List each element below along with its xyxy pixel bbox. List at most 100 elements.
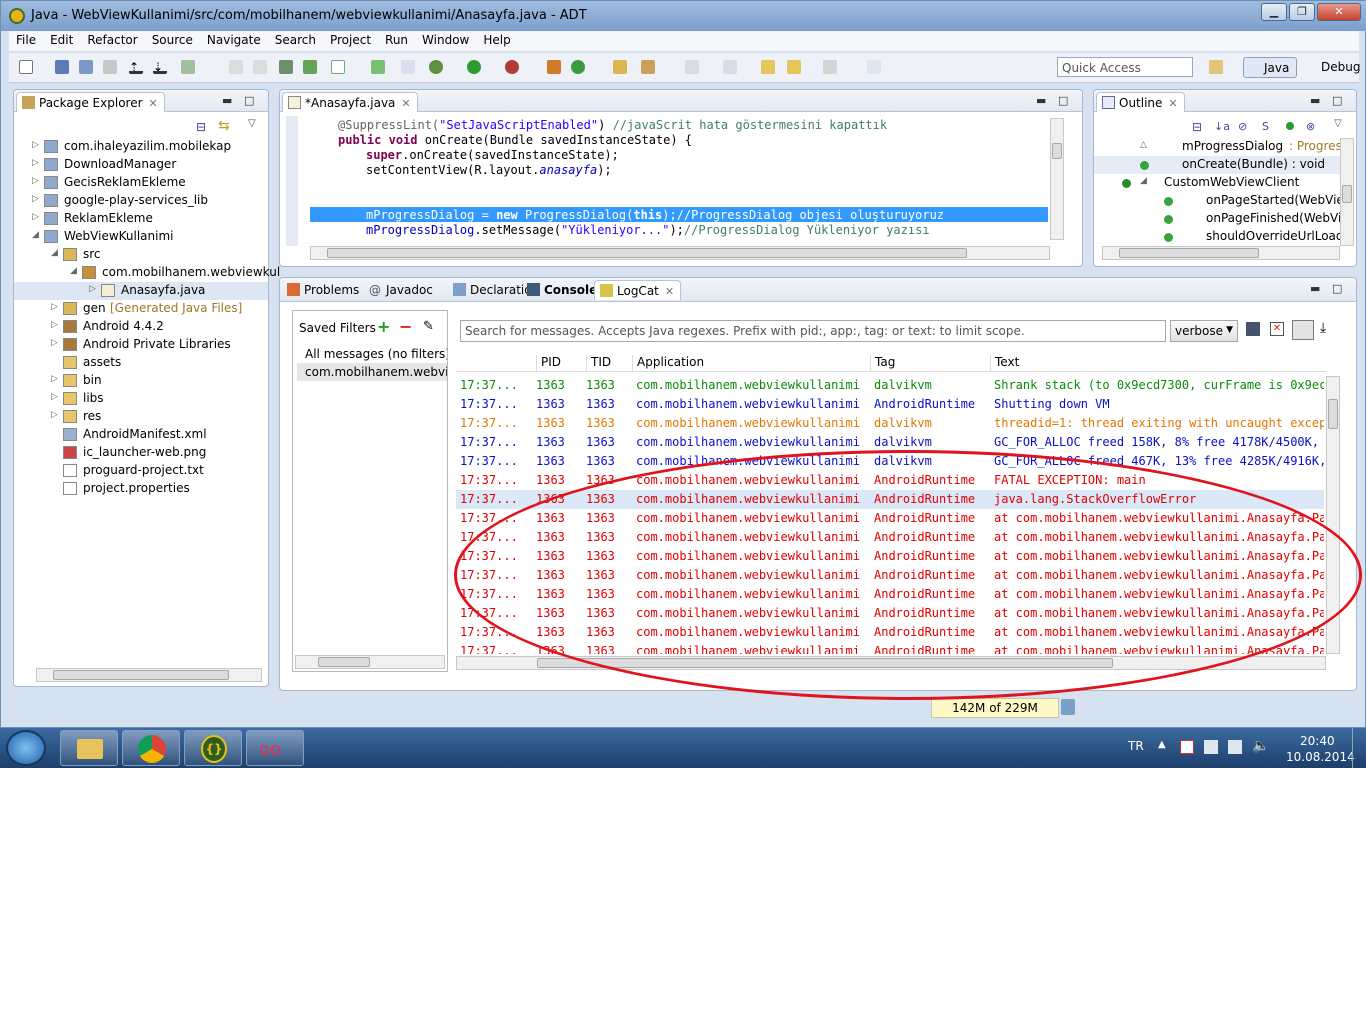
outline-vscroll[interactable] <box>1340 138 1354 246</box>
heap-status[interactable]: 142M of 229M <box>931 698 1059 718</box>
tree-item[interactable]: AndroidManifest.xml <box>14 426 268 444</box>
menu-window[interactable]: Window <box>415 31 476 47</box>
tree-item[interactable]: ▷ gen [Generated Java Files] <box>14 300 268 318</box>
menu-run[interactable]: Run <box>378 31 415 47</box>
menu-help[interactable]: Help <box>476 31 517 47</box>
annotation-prev-icon[interactable] <box>723 60 737 74</box>
tree-item[interactable]: project.properties <box>14 480 268 498</box>
save-log-icon[interactable] <box>1246 322 1260 336</box>
scroll-thumb[interactable] <box>1328 399 1338 429</box>
expand-arrow-icon[interactable]: ▷ <box>51 374 61 384</box>
log-row[interactable]: 17:37... 1363 1363 com.mobilhanem.webviewku… <box>456 433 1324 452</box>
editor-hscroll[interactable] <box>310 246 1050 260</box>
search-tool-icon[interactable] <box>641 60 655 74</box>
taskbar-explorer[interactable] <box>60 730 118 766</box>
clock-date[interactable]: 10.08.2014 <box>1286 750 1355 764</box>
expand-arrow-icon[interactable]: ▷ <box>51 392 61 402</box>
code-area[interactable]: @SuppressLint("SetJavaScriptEnabled") //… <box>290 116 1050 246</box>
outline-hscroll[interactable] <box>1102 246 1340 260</box>
hide-fields-icon[interactable]: ⊘ <box>1238 120 1247 133</box>
tree-item[interactable]: ◢ WebViewKullanimi <box>14 228 268 246</box>
quick-access-input[interactable]: Quick Access <box>1057 57 1193 77</box>
debug-icon[interactable] <box>429 60 443 74</box>
minimize-view-icon[interactable]: ▬ <box>222 94 232 107</box>
col-application[interactable]: Application <box>632 355 704 371</box>
expand-arrow-icon[interactable]: ▷ <box>89 284 99 294</box>
scroll-thumb[interactable] <box>1342 185 1352 203</box>
tree-item[interactable]: ▷ ReklamEkleme <box>14 210 268 228</box>
tree-item[interactable]: proguard-project.txt <box>14 462 268 480</box>
tab-anasayfa-java[interactable]: *Anasayfa.java ✕ <box>282 92 418 112</box>
tab-javadoc[interactable]: @ Javadoc <box>364 280 439 300</box>
remove-filter-icon[interactable]: − <box>399 317 412 336</box>
tree-item[interactable]: ▷ Anasayfa.java <box>14 282 268 300</box>
maximize-button[interactable]: ❐ <box>1289 3 1315 21</box>
log-row[interactable]: 17:37... 1363 1363 com.mobilhanem.webviewku… <box>456 642 1324 654</box>
new-class-icon[interactable] <box>547 60 561 74</box>
expand-arrow-icon[interactable]: ▷ <box>32 194 42 204</box>
log-row[interactable]: 17:37... 1363 1363 com.mobilhanem.webviewku… <box>456 490 1324 509</box>
tab-problems[interactable]: Problems <box>282 280 365 300</box>
java-perspective-button[interactable]: Java <box>1243 57 1297 78</box>
sort-icon[interactable]: ↓a <box>1214 120 1230 133</box>
outline-item[interactable]: ◢ CustomWebViewClient <box>1094 174 1342 192</box>
col-tag[interactable]: Tag <box>870 355 895 371</box>
taskbar-adt[interactable]: {} <box>184 730 242 766</box>
tree-item[interactable]: ▷ Android Private Libraries <box>14 336 268 354</box>
expand-arrow-icon[interactable]: ▷ <box>51 302 61 312</box>
annotation-next-icon[interactable] <box>685 60 699 74</box>
menu-project[interactable]: Project <box>323 31 378 47</box>
filter-all-messages[interactable]: All messages (no filters) (1 <box>297 345 447 363</box>
taskbar-flickr[interactable]: oo <box>246 730 304 766</box>
minimize-view-icon[interactable]: ▬ <box>1310 94 1320 107</box>
menu-navigate[interactable]: Navigate <box>200 31 268 47</box>
tab-logcat[interactable]: LogCat ✕ <box>594 280 682 300</box>
tray-app-icon[interactable] <box>1204 740 1218 754</box>
log-row[interactable]: 17:37... 1363 1363 com.mobilhanem.webviewku… <box>456 414 1324 433</box>
hide-static-icon[interactable]: S <box>1262 120 1269 133</box>
taskbar-chrome[interactable] <box>122 730 180 766</box>
close-tab-icon[interactable]: ✕ <box>401 97 410 110</box>
collapse-arrow-icon[interactable]: ◢ <box>51 248 61 258</box>
display-saved-filters-icon[interactable] <box>1292 320 1314 340</box>
lint-icon[interactable] <box>229 60 243 74</box>
menu-refactor[interactable]: Refactor <box>80 31 144 47</box>
hide-nonpublic-icon[interactable] <box>1286 122 1294 130</box>
scroll-thumb[interactable] <box>327 248 967 258</box>
minimize-button[interactable]: ▁ <box>1261 3 1287 21</box>
upload-icon[interactable]: ⇡ <box>129 60 143 74</box>
scroll-thumb[interactable] <box>1119 248 1259 258</box>
print-icon[interactable] <box>103 60 117 74</box>
scroll-thumb[interactable] <box>53 670 229 680</box>
refresh-icon[interactable] <box>571 60 585 74</box>
log-row[interactable]: 17:37... 1363 1363 com.mobilhanem.webviewku… <box>456 376 1324 395</box>
last-edit-icon[interactable] <box>761 60 775 74</box>
outline-item[interactable]: shouldOverrideUrlLoadin <box>1094 228 1342 246</box>
log-row[interactable]: 17:37... 1363 1363 com.mobilhanem.webviewku… <box>456 528 1324 547</box>
android-sdk-icon[interactable] <box>181 60 195 74</box>
menu-file[interactable]: File <box>9 31 43 47</box>
log-hscroll[interactable] <box>456 656 1326 670</box>
expand-arrow-icon[interactable]: ▷ <box>32 176 42 186</box>
layout-icon[interactable] <box>253 60 267 74</box>
tab-package-explorer[interactable]: Package Explorer ✕ <box>16 92 165 112</box>
tree-item[interactable]: ▷ bin <box>14 372 268 390</box>
link-with-editor-icon[interactable]: ⇆ <box>218 118 230 134</box>
edit-filter-icon[interactable]: ✎ <box>423 319 434 334</box>
start-button[interactable] <box>6 730 46 766</box>
outline-item[interactable]: onPageFinished(WebVie <box>1094 210 1342 228</box>
col-pid[interactable]: PID <box>536 355 561 371</box>
collapse-all-icon[interactable]: ⊟ <box>1192 120 1202 134</box>
tree-item[interactable]: ◢ com.mobilhanem.webviewkul <box>14 264 280 282</box>
tree-item[interactable]: ▷ DownloadManager <box>14 156 268 174</box>
save-all-icon[interactable] <box>79 60 93 74</box>
back-icon[interactable] <box>787 60 801 74</box>
scroll-thumb[interactable] <box>537 658 1113 668</box>
maximize-view-icon[interactable]: □ <box>244 94 254 107</box>
maximize-view-icon[interactable]: □ <box>1058 94 1068 107</box>
expand-arrow-icon[interactable]: ▷ <box>51 320 61 330</box>
scroll-thumb[interactable] <box>1052 143 1062 159</box>
tree-item[interactable]: assets <box>14 354 268 372</box>
download-icon[interactable]: ⇣ <box>153 60 167 74</box>
outline-item[interactable]: △ mProgressDialog: ProgressD <box>1094 138 1342 156</box>
